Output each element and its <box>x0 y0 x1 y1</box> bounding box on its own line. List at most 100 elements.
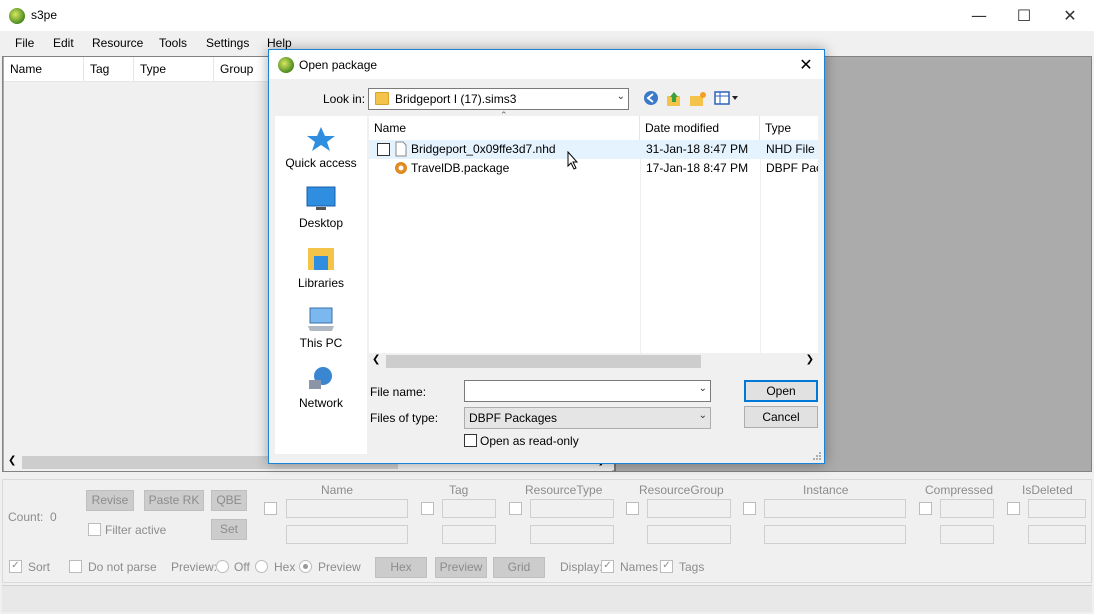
preview-preview-radio[interactable] <box>299 560 312 573</box>
back-icon[interactable] <box>642 90 660 108</box>
file-row[interactable]: TravelDB.package 17-Jan-18 8:47 PM DBPF … <box>369 159 818 178</box>
filter-compressed-field[interactable] <box>940 499 994 518</box>
open-button[interactable]: Open <box>744 380 818 402</box>
filter-isdeleted-checkbox[interactable] <box>1007 502 1020 515</box>
filter-resourcetype-field-2[interactable] <box>530 525 614 544</box>
file-list[interactable]: ⌃ Name Date modified Type Bridgeport_0x0… <box>369 111 818 353</box>
filter-name-field[interactable] <box>286 499 408 518</box>
file-name-combo[interactable]: ⌄ <box>464 380 711 402</box>
chevron-down-icon[interactable]: ⌄ <box>617 91 625 102</box>
preview-off-radio[interactable] <box>216 560 229 573</box>
filter-tag-field-2[interactable] <box>442 525 496 544</box>
preview-hex-radio[interactable] <box>255 560 268 573</box>
menu-settings[interactable]: Settings <box>206 36 249 50</box>
dialog-close-button[interactable]: ✕ <box>788 50 824 79</box>
paste-rk-button[interactable]: Paste RK <box>144 490 204 511</box>
revise-button[interactable]: Revise <box>86 490 134 511</box>
cancel-button[interactable]: Cancel <box>744 406 818 428</box>
column-header-name[interactable]: Name <box>4 57 84 82</box>
close-button[interactable]: ✕ <box>1047 0 1093 31</box>
sort-checkbox[interactable]: ✓ <box>9 560 22 573</box>
filter-name-field-2[interactable] <box>286 525 408 544</box>
place-label: Libraries <box>297 276 345 290</box>
column-header-tag[interactable]: Tag <box>84 57 134 82</box>
preview-button[interactable]: Preview <box>435 557 487 578</box>
files-of-type-select[interactable]: DBPF Packages ⌄ <box>464 407 711 429</box>
file-list-hscrollbar[interactable]: ❮ ❯ <box>369 353 818 370</box>
place-label: Quick access <box>285 156 357 170</box>
places-bar: Quick access Desktop Libraries This PC N… <box>275 116 367 454</box>
hex-button[interactable]: Hex <box>375 557 427 578</box>
minimize-button[interactable]: — <box>956 0 1002 31</box>
filter-resourcetype-checkbox[interactable] <box>509 502 522 515</box>
open-read-only-checkbox[interactable] <box>464 434 477 447</box>
place-this-pc[interactable]: This PC <box>275 306 367 350</box>
display-names-checkbox[interactable]: ✓ <box>601 560 614 573</box>
place-network[interactable]: Network <box>275 366 367 410</box>
filter-resourcegroup-field[interactable] <box>647 499 731 518</box>
filter-compressed-checkbox[interactable] <box>919 502 932 515</box>
filter-isdeleted-field[interactable] <box>1028 499 1086 518</box>
qbe-button[interactable]: QBE <box>211 490 247 511</box>
grid-button[interactable]: Grid <box>493 557 545 578</box>
new-folder-icon[interactable] <box>689 90 707 108</box>
file-date: 31-Jan-18 8:47 PM <box>646 142 749 156</box>
maximize-button[interactable]: ☐ <box>1001 0 1047 31</box>
display-tags-label: Tags <box>679 560 705 574</box>
count-value: 0 <box>50 510 57 524</box>
column-header-group[interactable]: Group <box>214 57 274 82</box>
star-icon <box>307 127 335 151</box>
file-row[interactable]: Bridgeport_0x09ffe3d7.nhd 31-Jan-18 8:47… <box>369 140 818 159</box>
chevron-down-icon[interactable]: ⌄ <box>699 383 707 394</box>
file-icon <box>395 141 407 157</box>
filter-header-resourcetype: ResourceType <box>525 483 603 497</box>
filter-instance-checkbox[interactable] <box>743 502 756 515</box>
up-folder-icon[interactable] <box>665 90 683 108</box>
view-menu-icon[interactable] <box>713 90 741 108</box>
file-date: 17-Jan-18 8:47 PM <box>646 161 749 175</box>
menu-file[interactable]: File <box>15 36 34 50</box>
menu-tools[interactable]: Tools <box>159 36 187 50</box>
filter-tag-field[interactable] <box>442 499 496 518</box>
column-header-type[interactable]: Type <box>134 57 214 82</box>
file-name: Bridgeport_0x09ffe3d7.nhd <box>411 142 556 156</box>
do-not-parse-checkbox[interactable] <box>69 560 82 573</box>
place-quick-access[interactable]: Quick access <box>275 126 367 170</box>
look-in-dropdown[interactable]: Bridgeport I (17).sims3 ⌄ <box>368 88 629 110</box>
row-select-checkbox[interactable] <box>377 143 390 156</box>
filter-resourcetype-field[interactable] <box>530 499 614 518</box>
dialog-title-bar[interactable]: Open package ✕ <box>269 50 824 79</box>
dialog-title: Open package <box>299 58 378 72</box>
scroll-left-icon[interactable]: ❮ <box>8 455 16 466</box>
menu-edit[interactable]: Edit <box>53 36 74 50</box>
preview-hex-label: Hex <box>274 560 296 574</box>
filter-name-checkbox[interactable] <box>264 502 277 515</box>
display-names-label: Names <box>620 560 659 574</box>
files-of-type-label: Files of type: <box>370 411 439 425</box>
filter-instance-field[interactable] <box>764 499 906 518</box>
column-header-name[interactable]: Name <box>369 116 640 140</box>
scroll-right-icon[interactable]: ❯ <box>806 354 814 365</box>
filter-isdeleted-field-2[interactable] <box>1028 525 1086 544</box>
filter-compressed-field-2[interactable] <box>940 525 994 544</box>
filter-active-checkbox[interactable] <box>88 523 101 536</box>
folder-icon <box>375 92 389 105</box>
scroll-thumb[interactable] <box>386 355 701 368</box>
filter-tag-checkbox[interactable] <box>421 502 434 515</box>
set-button[interactable]: Set <box>211 519 247 540</box>
column-header-date-modified[interactable]: Date modified <box>640 116 760 140</box>
filter-resourcegroup-checkbox[interactable] <box>626 502 639 515</box>
filter-instance-field-2[interactable] <box>764 525 906 544</box>
place-libraries[interactable]: Libraries <box>275 246 367 290</box>
menu-help[interactable]: Help <box>267 36 292 50</box>
menu-resource[interactable]: Resource <box>92 36 143 50</box>
radio-dot <box>303 564 308 569</box>
preview-preview-label: Preview <box>318 560 361 574</box>
place-desktop[interactable]: Desktop <box>275 186 367 230</box>
scroll-left-icon[interactable]: ❮ <box>372 354 380 365</box>
resize-grip-icon[interactable] <box>812 451 822 461</box>
chevron-down-icon[interactable]: ⌄ <box>699 410 707 421</box>
display-tags-checkbox[interactable]: ✓ <box>660 560 673 573</box>
column-header-type[interactable]: Type <box>760 116 818 140</box>
filter-resourcegroup-field-2[interactable] <box>647 525 731 544</box>
